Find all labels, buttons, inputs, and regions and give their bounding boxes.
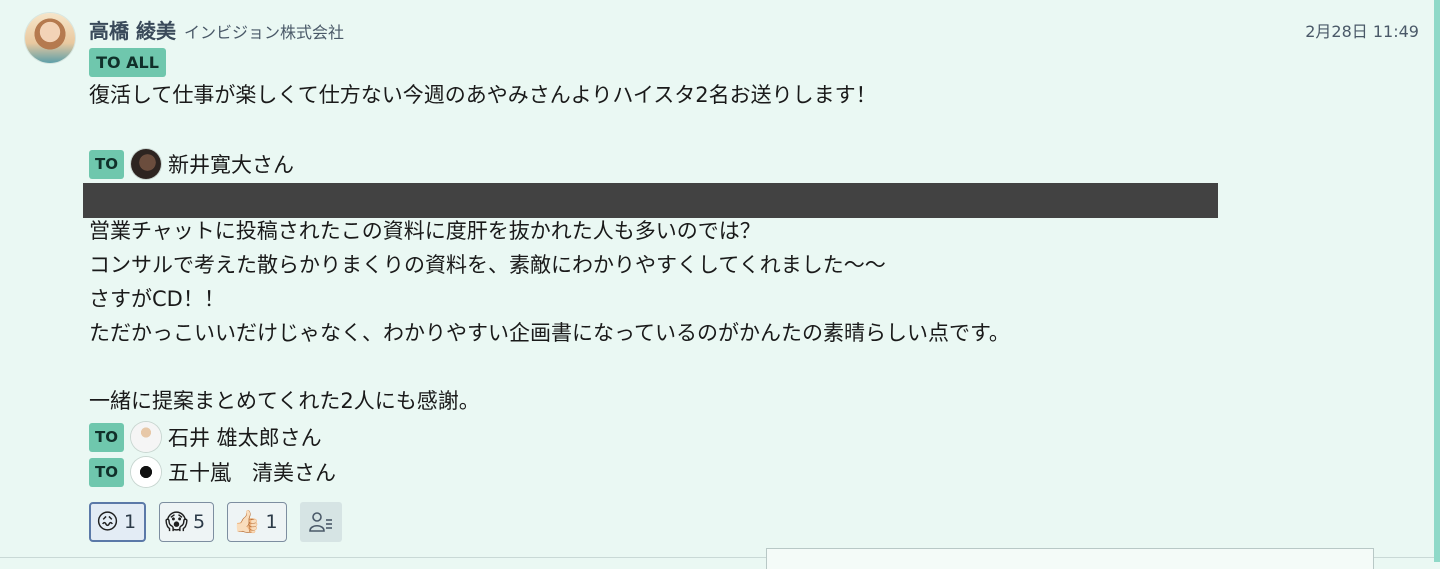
message-line: さすがCD！！: [89, 287, 225, 311]
recipient-name: 新井寛大さん: [168, 153, 294, 177]
message-line: 一緒に提案まとめてくれた2人にも感謝。: [89, 389, 480, 413]
reaction-bar: 😖 1 😱 5 👍🏻 1: [89, 502, 342, 542]
to-recipient-row: TO 五十嵐 清美さん: [89, 456, 336, 488]
reaction-count: 1: [123, 511, 137, 533]
emoji-icon: 😖: [96, 509, 119, 535]
sender-company: インビジョン株式会社: [184, 23, 345, 42]
to-recipient-row: TO 新井寛大さん: [89, 148, 294, 180]
recipient-name: 石井 雄太郎さん: [168, 426, 322, 450]
sender-avatar[interactable]: [25, 13, 75, 63]
reaction-button[interactable]: 😖 1: [89, 502, 147, 542]
message-timestamp[interactable]: 2月28日 11:49: [1305, 18, 1419, 42]
reaction-users-button[interactable]: [299, 502, 342, 542]
chat-message: 高橋 綾美 インビジョン株式会社 2月28日 11:49 TO ALL 復活して…: [0, 0, 1434, 569]
message-action-toolbar[interactable]: [766, 548, 1374, 569]
sender-name[interactable]: 高橋 綾美: [89, 15, 176, 44]
reaction-count: 5: [192, 511, 206, 533]
recipient-avatar[interactable]: [131, 457, 161, 487]
message-line: 営業チャットに投稿されたこの資料に度肝を抜かれた人も多いのでは？: [89, 219, 761, 243]
to-recipient-row: TO 石井 雄太郎さん: [89, 421, 322, 453]
message-line: ただかっこいいだけじゃなく、わかりやすい企画書になっているのがかんたの素晴らしい…: [89, 321, 1010, 345]
to-tag: TO: [89, 149, 124, 179]
recipient-name: 五十嵐 清美さん: [168, 461, 336, 485]
emoji-icon: 😱: [165, 509, 188, 535]
recipient-avatar[interactable]: [131, 422, 161, 452]
to-all-tag: TO ALL: [89, 48, 166, 77]
reaction-button[interactable]: 😱 5: [159, 502, 215, 542]
to-tag: TO: [89, 422, 124, 452]
emoji-icon: 👍🏻: [233, 509, 261, 535]
redacted-block: [83, 183, 1218, 218]
to-tag: TO: [89, 457, 124, 487]
reaction-button[interactable]: 👍🏻 1: [227, 502, 287, 542]
message-line: コンサルで考えた散らかりまくりの資料を、素敵にわかりやすくしてくれました〜〜: [89, 253, 886, 277]
recipient-avatar[interactable]: [131, 149, 161, 179]
accent-bar: [1434, 0, 1440, 562]
message-line: 復活して仕事が楽しくて仕方ない今週のあやみさんよりハイスタ2名お送りします！: [89, 83, 877, 107]
user-list-icon: [308, 512, 332, 532]
reaction-count: 1: [265, 511, 278, 533]
